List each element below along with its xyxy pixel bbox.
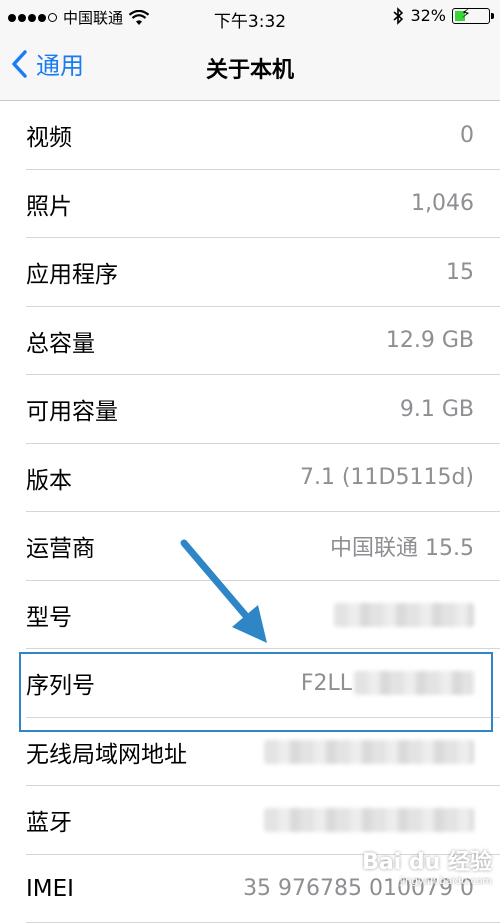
row-label: 总容量: [26, 324, 95, 358]
watermark-url: jingyan.baidu.com: [362, 876, 492, 887]
row-value: F2LL: [301, 671, 352, 696]
row-label: 视频: [26, 118, 72, 152]
row-wifi-address: 无线局域网地址: [0, 718, 500, 787]
status-bar: 中国联通 下午3:32 32% ⚡: [0, 0, 500, 34]
row-label: 运营商: [26, 529, 95, 563]
row-version: 版本 7.1 (11D5115d): [0, 444, 500, 513]
row-applications: 应用程序 15: [0, 238, 500, 307]
row-value-group: F2LL: [301, 671, 474, 696]
row-value: 7.1 (11D5115d): [300, 465, 474, 490]
row-serial-number: 序列号 F2LL: [0, 649, 500, 718]
redacted-value: [334, 603, 474, 627]
row-label: 可用容量: [26, 392, 118, 426]
row-videos: 视频 0: [0, 101, 500, 170]
row-capacity: 总容量 12.9 GB: [0, 307, 500, 376]
row-value: 中国联通 15.5: [330, 530, 474, 562]
row-carrier[interactable]: 运营商 中国联通 15.5: [0, 512, 500, 581]
row-label: 版本: [26, 461, 72, 495]
redacted-value: [354, 671, 474, 695]
row-value: 15: [446, 260, 474, 285]
row-label: 序列号: [26, 666, 95, 700]
back-button-label: 通用: [36, 46, 84, 81]
charging-bolt-icon: ⚡: [461, 6, 471, 22]
row-label: IMEI: [26, 876, 74, 902]
battery-percent: 32%: [410, 6, 446, 25]
row-value: 9.1 GB: [400, 397, 474, 422]
redacted-value: [264, 808, 474, 832]
chevron-left-icon: [10, 49, 28, 79]
about-list: 视频 0 照片 1,046 应用程序 15 总容量 12.9 GB 可用容量 9…: [0, 101, 500, 923]
row-label: 无线局域网地址: [26, 735, 187, 769]
battery-icon: ⚡: [452, 8, 490, 24]
row-value: 12.9 GB: [386, 328, 474, 353]
row-label: 型号: [26, 598, 72, 632]
row-model: 型号: [0, 581, 500, 650]
back-button[interactable]: 通用: [10, 46, 84, 81]
watermark-brand: Bai du 经验: [362, 850, 492, 875]
row-photos: 照片 1,046: [0, 170, 500, 239]
watermark: Bai du 经验 jingyan.baidu.com: [362, 844, 492, 887]
row-value: 0: [460, 123, 474, 148]
bluetooth-icon: [392, 7, 404, 25]
navigation-bar: 通用 关于本机: [0, 34, 500, 101]
row-value: 1,046: [411, 191, 474, 216]
row-label: 照片: [26, 187, 72, 221]
row-label: 应用程序: [26, 255, 118, 289]
redacted-value: [264, 740, 474, 764]
row-available: 可用容量 9.1 GB: [0, 375, 500, 444]
row-label: 蓝牙: [26, 803, 72, 837]
status-right: 32% ⚡: [392, 6, 490, 25]
